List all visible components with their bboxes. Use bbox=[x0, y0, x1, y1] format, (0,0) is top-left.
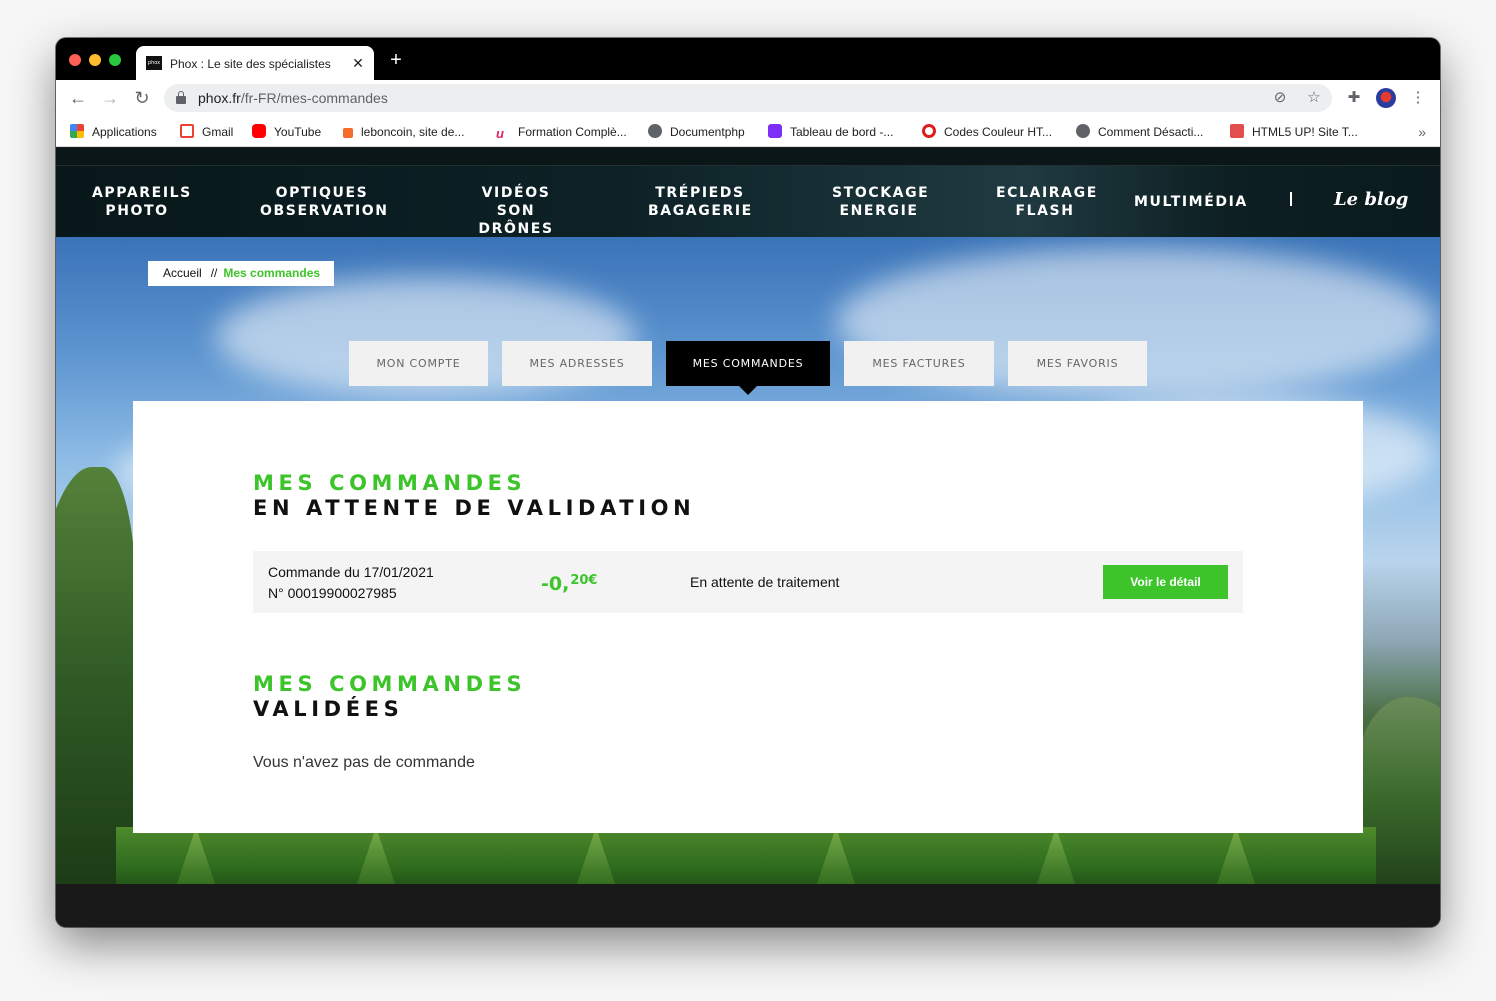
nav-appareils-photo[interactable]: APPAREILS PHOTO bbox=[92, 184, 190, 220]
nav-optiques-observation[interactable]: OPTIQUES OBSERVATION bbox=[260, 184, 387, 220]
bookmark-leboncoin[interactable]: leboncoin, site de... bbox=[343, 122, 464, 142]
browser-window: phox Phox : Le site des spécialistes ✕ +… bbox=[56, 38, 1440, 927]
bookmark-star-icon[interactable]: ☆ bbox=[1304, 88, 1324, 108]
footer bbox=[56, 884, 1440, 927]
maximize-window-button[interactable] bbox=[109, 54, 121, 66]
empty-orders-message: Vous n'avez pas de commande bbox=[253, 754, 475, 771]
hero-background: Accueil // Mes commandes MON COMPTE MES AD… bbox=[56, 237, 1440, 884]
apps-grid-icon bbox=[70, 124, 84, 138]
bookmark-gmail[interactable]: Gmail bbox=[180, 122, 233, 142]
nav-stockage-energie[interactable]: STOCKAGE ENERGIE bbox=[832, 184, 928, 220]
bookmark-codes-couleur[interactable]: Codes Couleur HT... bbox=[922, 122, 1052, 142]
breadcrumb-current: Mes commandes bbox=[223, 266, 321, 280]
breadcrumb-separator: // bbox=[210, 266, 218, 280]
tab-title: Phox : Le site des spécialistes bbox=[170, 57, 331, 71]
bookmark-formation[interactable]: u Formation Complè... bbox=[496, 122, 627, 142]
eye-slash-icon[interactable]: ⊘ bbox=[1270, 88, 1290, 108]
bookmark-youtube[interactable]: YouTube bbox=[252, 122, 321, 142]
pending-title-line2: EN ATTENTE DE VALIDATION bbox=[253, 496, 696, 520]
bookmark-html5up[interactable]: HTML5 UP! Site T... bbox=[1230, 122, 1358, 142]
order-status: En attente de traitement bbox=[690, 574, 840, 590]
reload-icon[interactable]: ↻ bbox=[132, 88, 152, 108]
top-strip bbox=[56, 148, 1440, 166]
tab-mes-factures[interactable]: MES FACTURES bbox=[844, 341, 994, 386]
phox-favicon-icon: phox bbox=[146, 56, 162, 70]
extensions-puzzle-icon[interactable]: ✚ bbox=[1344, 88, 1364, 108]
back-arrow-icon[interactable]: ← bbox=[68, 88, 88, 108]
tab-mon-compte[interactable]: MON COMPTE bbox=[349, 341, 488, 386]
forward-arrow-icon[interactable]: → bbox=[100, 88, 120, 108]
tab-mes-favoris[interactable]: MES FAVORIS bbox=[1008, 341, 1147, 386]
url-text[interactable]: phox.fr/fr-FR/mes-commandes bbox=[198, 89, 388, 107]
more-menu-icon[interactable]: ⋮ bbox=[1408, 88, 1428, 108]
bookmark-documentphp[interactable]: Documentphp bbox=[648, 122, 745, 142]
gmail-icon bbox=[180, 124, 194, 138]
globe-icon bbox=[648, 124, 662, 138]
bookmark-comment-desactiver[interactable]: Comment Désacti... bbox=[1076, 122, 1203, 142]
new-tab-icon[interactable]: + bbox=[386, 50, 406, 70]
blog-link[interactable]: Le blog bbox=[1334, 188, 1408, 212]
leboncoin-icon bbox=[343, 128, 353, 138]
lock-icon bbox=[176, 91, 186, 104]
screen: phox Phox : Le site des spécialistes ✕ +… bbox=[0, 0, 1496, 1001]
minimize-window-button[interactable] bbox=[89, 54, 101, 66]
breadcrumb-home-link[interactable]: Accueil bbox=[163, 266, 202, 280]
tab-mes-commandes[interactable]: MES COMMANDES bbox=[666, 341, 830, 395]
breadcrumb: Accueil // Mes commandes bbox=[148, 261, 334, 286]
browser-tab[interactable]: phox Phox : Le site des spécialistes ✕ bbox=[136, 46, 374, 80]
nav-trepieds-bagagerie[interactable]: TRÉPIEDS BAGAGERIE bbox=[648, 184, 752, 220]
address-bar[interactable]: phox.fr/fr-FR/mes-commandes ⊘ ☆ bbox=[164, 84, 1332, 112]
bookmark-tableau-de-bord[interactable]: Tableau de bord -... bbox=[768, 122, 893, 142]
tab-strip: phox Phox : Le site des spécialistes ✕ + bbox=[56, 38, 1440, 80]
formation-icon: u bbox=[496, 126, 504, 141]
browser-toolbar: ← → ↻ phox.fr/fr-FR/mes-commandes ⊘ ☆ ✚ … bbox=[56, 80, 1440, 117]
bookmarks-bar: Applications Gmail YouTube leboncoin, si… bbox=[56, 117, 1440, 147]
order-row: Commande du 17/01/2021 N° 00019900027985… bbox=[253, 551, 1243, 613]
profile-avatar[interactable] bbox=[1376, 88, 1396, 108]
html5up-icon bbox=[1230, 124, 1244, 138]
globe-icon bbox=[1076, 124, 1090, 138]
chevron-double-right-icon[interactable]: » bbox=[1418, 122, 1426, 142]
main-navigation: APPAREILS PHOTO OPTIQUES OBSERVATION VID… bbox=[56, 166, 1440, 237]
order-number: N° 00019900027985 bbox=[268, 585, 397, 601]
nav-videos-son-drones[interactable]: VIDÉOS SON DRÔNES bbox=[460, 184, 572, 238]
order-price: -0,20€ bbox=[541, 573, 598, 595]
order-date: Commande du 17/01/2021 bbox=[268, 564, 434, 580]
tab-mes-adresses[interactable]: MES ADRESSES bbox=[502, 341, 652, 386]
nav-separator bbox=[1290, 192, 1292, 206]
nav-eclairage-flash[interactable]: ECLAIRAGE FLASH bbox=[996, 184, 1096, 220]
bookmark-applications[interactable]: Applications bbox=[70, 122, 157, 142]
youtube-icon bbox=[252, 124, 266, 138]
nav-multimedia[interactable]: MULTIMÉDIA bbox=[1134, 193, 1246, 211]
close-window-button[interactable] bbox=[69, 54, 81, 66]
view-detail-button[interactable]: Voir le détail bbox=[1103, 565, 1228, 599]
validated-title-line1: MES COMMANDES bbox=[253, 672, 527, 696]
web-page: APPAREILS PHOTO OPTIQUES OBSERVATION VID… bbox=[56, 148, 1440, 927]
dashboard-icon bbox=[768, 124, 782, 138]
validated-title-line2: VALIDÉES bbox=[253, 697, 404, 721]
orders-panel: MES COMMANDES EN ATTENTE DE VALIDATION C… bbox=[133, 401, 1363, 833]
codes-couleur-icon bbox=[922, 124, 936, 138]
close-tab-icon[interactable]: ✕ bbox=[350, 54, 366, 72]
pending-title-line1: MES COMMANDES bbox=[253, 471, 527, 495]
